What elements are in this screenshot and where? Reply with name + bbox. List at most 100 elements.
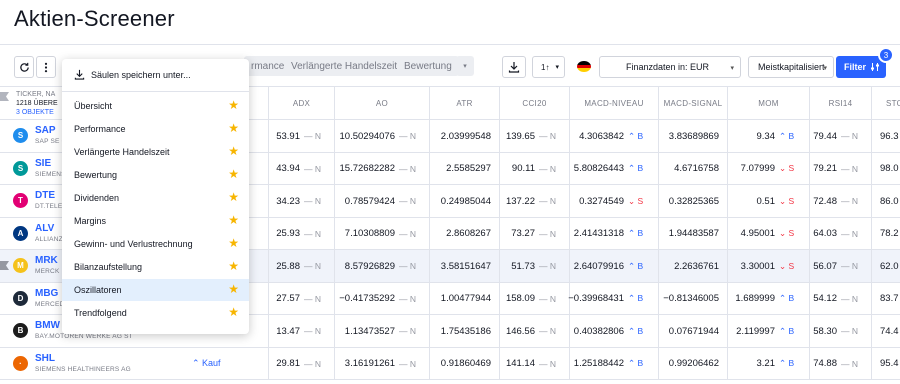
ticker-symbol[interactable]: SIE [35,158,51,169]
cell-value: 7.10308809 [344,228,395,239]
cell-value: 2.119997 [736,325,775,337]
column-header-mom[interactable]: MOM [727,87,809,119]
company-name: ALLIANZ [35,235,63,243]
flag-marker-icon[interactable] [0,261,9,270]
page-title: Aktien-Screener [14,6,175,31]
cell-value: 1.25188442 [573,358,624,369]
star-icon[interactable]: ★ [228,145,239,157]
dropdown-item[interactable]: Bilanzaufstellung ★ [62,256,249,278]
signal-badge: — N [841,163,858,174]
cell-mom: 9.34 ⌃ B [727,120,809,152]
star-icon[interactable]: ★ [228,168,239,180]
star-icon[interactable]: ★ [228,122,239,134]
sort-select[interactable]: Meistkapitalisiert ▾ [748,56,834,78]
signal-badge: — N [304,261,321,271]
cell-sto: 62.0 [871,250,900,282]
signal-badge: ⌃ B [779,130,795,141]
dropdown-item-label: Dividenden [74,193,120,203]
column-header-macd-signal[interactable]: MACD-SIGNAL [658,87,727,119]
ticker-header[interactable]: TICKER, NA 1218 ÜBERE 3 OBJEKTE [16,90,58,117]
signal-badge: ⌃ B [779,325,795,336]
dropdown-item[interactable]: Gewinn- und Verlustrechnung ★ [62,233,249,255]
star-icon[interactable]: ★ [228,237,239,249]
cell-value: 43.94 [276,163,300,174]
filter-count-badge: 3 [878,47,894,63]
column-header-macd-level[interactable]: MACD-NIVEAU [569,87,658,119]
dropdown-item[interactable]: Oszillatoren ★ [62,279,249,301]
cell-ao: 7.10308809 — N [334,217,429,250]
star-icon[interactable]: ★ [228,99,239,111]
company-logo-icon: · [13,355,28,371]
column-header-ao[interactable]: AO [334,87,429,119]
chip-valuation[interactable]: Bewertung [397,56,459,76]
cell-ao: −0.41735292 — N [334,282,429,315]
save-columns-button[interactable]: Säulen speichern unter... [74,69,191,80]
signal-badge: ⌄ S [779,195,795,206]
cell-cci: 51.73 — N [499,250,569,282]
cell-value: −0.81346005 [663,293,719,304]
table-row[interactable]: · SHL SIEMENS HEALTHINEERS AG ⌃ Kauf 29.81 — … [0,347,900,380]
ticker-symbol[interactable]: DTE [35,190,55,201]
ticker-symbol[interactable]: ALV [35,223,54,234]
currency-select[interactable]: Finanzdaten in: EUR ▾ [599,56,741,78]
cell-rsi: 74.88 — N [809,347,871,380]
cell-value: 0.40382806 [573,325,624,337]
column-header-sto[interactable]: STO [871,87,900,119]
ticker-symbol[interactable]: BMW [35,320,60,331]
column-header-adx[interactable]: ADX [268,87,334,119]
signal-badge: — N [539,261,556,271]
sort-button[interactable]: 1↑ ▾ [532,56,565,78]
signal-badge: — N [399,326,416,336]
sort-label: 1↑ [541,62,550,72]
star-icon[interactable]: ★ [228,306,239,318]
result-count: 1218 ÜBERE [16,100,58,107]
chevron-down-icon: ▾ [730,65,734,72]
star-icon[interactable]: ★ [228,214,239,226]
ticker-symbol[interactable]: SAP [35,125,56,136]
cell-ao: 1.13473527 — N [334,315,429,347]
signal-badge: — N [539,326,556,336]
sort-select-label: Meistkapitalisiert [758,62,825,72]
refresh-button[interactable] [14,56,34,78]
cell-sto: 74.4 [871,315,900,347]
dropdown-item[interactable]: Übersicht ★ [62,95,249,117]
signal-badge: — N [304,131,321,141]
cell-value: 0.3274549 [579,195,624,207]
dropdown-item[interactable]: Margins ★ [62,210,249,232]
column-header-cci20[interactable]: CCI20 [499,87,569,119]
chip-more-button[interactable]: ▾ [456,56,474,76]
download-button[interactable] [502,56,526,78]
cell-mom: 3.21 ⌃ B [727,347,809,380]
signal-badge: ⌃ B [628,228,644,238]
cell-value: 62.0 [880,260,899,272]
dropdown-item[interactable]: Dividenden ★ [62,187,249,209]
more-button[interactable] [36,56,56,78]
more-vertical-icon [44,62,48,72]
cell-value: 158.09 [505,293,535,304]
ticker-symbol[interactable]: MRK [35,255,58,266]
cell-sig: 3.83689869 [658,120,727,152]
cell-value: 72.48 [813,195,837,207]
star-icon[interactable]: ★ [228,283,239,295]
column-header-rsi14[interactable]: RSI14 [809,87,871,119]
dropdown-item-label: Trendfolgend [74,308,127,318]
dropdown-item[interactable]: Trendfolgend ★ [62,302,249,324]
cell-mom: 4.95001 ⌄ S [727,217,809,250]
dropdown-item[interactable]: Bewertung ★ [62,164,249,186]
chip-extended-hours[interactable]: Verlängerte Handelszeit [284,56,405,76]
signal-badge: — N [399,293,416,304]
ticker-symbol[interactable]: MBG [35,288,58,299]
column-header-atr[interactable]: ATR [429,87,499,119]
star-icon[interactable]: ★ [228,260,239,272]
signal-badge: ⌄ S [628,195,644,206]
cell-value: 4.95001 [740,228,775,239]
dropdown-item[interactable]: Performance ★ [62,118,249,140]
selected-count: 3 OBJEKTE [16,109,54,116]
star-icon[interactable]: ★ [228,191,239,203]
cell-value: 27.57 [276,293,300,304]
signal-badge: — N [539,163,556,174]
dropdown-item[interactable]: Verlängerte Handelszeit ★ [62,141,249,163]
ticker-symbol[interactable]: SHL [35,353,55,364]
cell-ao: 8.57926829 — N [334,250,429,282]
signal-badge: — N [399,163,416,174]
